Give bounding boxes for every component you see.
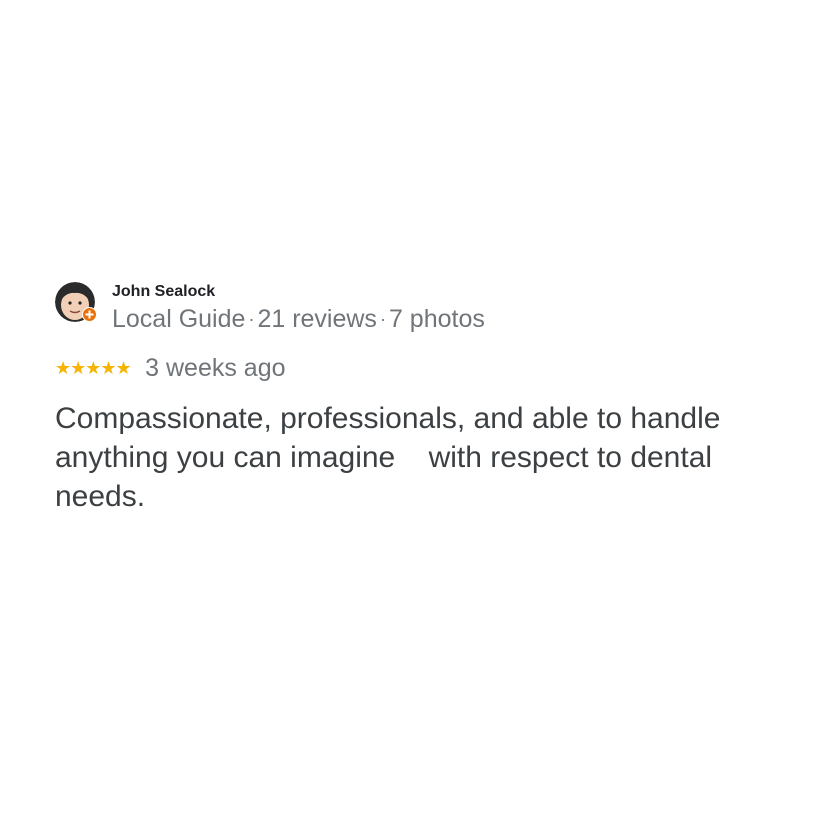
local-guide-badge-icon (82, 307, 97, 322)
star-rating: ★★★★★ (55, 358, 132, 378)
review-text: Compassionate, professionals, and able t… (55, 402, 729, 513)
reviewer-name[interactable]: John Sealock (112, 283, 215, 301)
review-count: 21 reviews (257, 305, 377, 333)
review-card: John Sealock Local Guide · 21 reviews · 7 ph… (55, 280, 795, 513)
reviewer-meta: Local Guide · 21 reviews · 7 photos (112, 305, 485, 334)
review-date: 3 weeks ago (145, 354, 286, 382)
meta-separator: · (248, 309, 255, 329)
reviewer-role: Local Guide (112, 305, 246, 333)
review-header: John Sealock Local Guide · 21 reviews · 7 ph… (55, 280, 795, 340)
photo-count: 7 photos (388, 305, 485, 333)
rating-row: ★★★★★ 3 weeks ago (55, 354, 286, 386)
meta-separator: · (379, 309, 386, 329)
